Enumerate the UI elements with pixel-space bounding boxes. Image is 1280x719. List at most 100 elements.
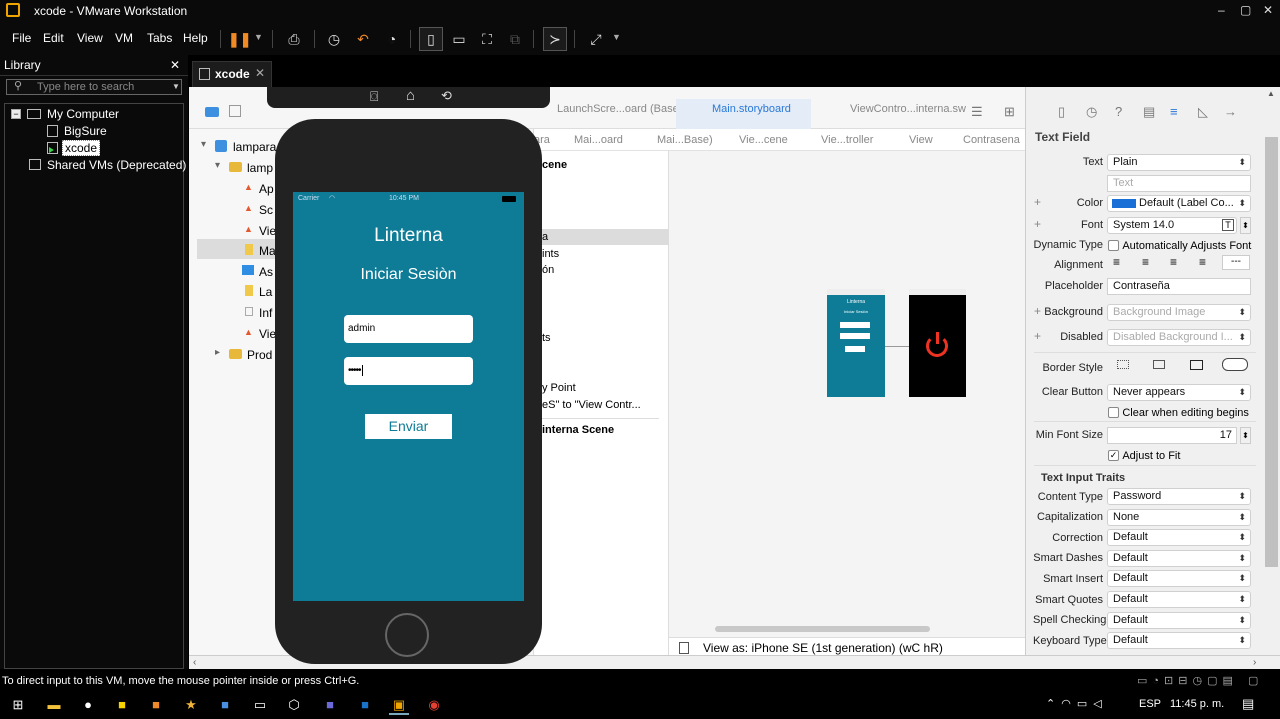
align-justify-icon[interactable]: ≡ (1199, 255, 1206, 269)
nav-item[interactable]: Vie (259, 327, 276, 341)
teams-icon[interactable]: ■ (320, 695, 340, 715)
menu-view[interactable]: View (77, 31, 103, 45)
nav-item[interactable]: Ap (259, 182, 274, 196)
notifications-icon[interactable]: ▤ (1242, 696, 1254, 712)
chevron-left-icon[interactable]: ‹ (193, 657, 196, 668)
tree-item-shared-vms[interactable]: Shared VMs (Deprecated) (47, 158, 186, 172)
quick-help-icon[interactable]: ? (1115, 104, 1122, 119)
maximize-button[interactable]: ▢ (1240, 3, 1251, 17)
jump-item[interactable]: View (909, 134, 933, 146)
menu-help[interactable]: Help (183, 31, 208, 45)
attributes-inspector-icon[interactable]: ≡ (1170, 104, 1178, 119)
chevron-up-icon[interactable]: ▲ (1267, 89, 1275, 98)
file-inspector-icon[interactable]: ▯ (1058, 104, 1065, 120)
align-natural-icon[interactable]: --- (1222, 255, 1250, 270)
console-view-icon[interactable]: ≻ (543, 27, 567, 51)
jump-item[interactable]: Mai...Base) (657, 134, 713, 146)
app-icon[interactable]: ■ (112, 695, 132, 715)
thumbnail-bar-icon[interactable]: ▭ (447, 27, 471, 51)
outline-item[interactable]: ón (542, 264, 554, 276)
font-field[interactable]: System 14.0 (1107, 217, 1237, 234)
file-explorer-icon[interactable]: ▬ (44, 695, 64, 715)
full-screen-icon[interactable]: ⛶ (475, 27, 499, 51)
outline-item[interactable]: ts (542, 332, 551, 344)
simulator-screen[interactable]: Carrier ◠ 10:45 PM Linterna Iniciar Sesi… (293, 192, 524, 601)
identity-inspector-icon[interactable]: ▤ (1143, 104, 1155, 120)
chevron-right-icon[interactable]: › (1253, 657, 1256, 668)
file-tab-main-storyboard[interactable]: Main.storyboard (712, 103, 791, 115)
outline-item[interactable]: a (542, 231, 548, 243)
scrollbar-thumb[interactable] (1265, 137, 1278, 567)
send-ctrl-alt-del-icon[interactable]: ⎙ (282, 27, 306, 51)
outline-item[interactable]: eS" to "View Contr... (542, 399, 641, 411)
message-log-icon[interactable]: ▢ (1248, 674, 1258, 687)
file-tab-viewcontroller[interactable]: ViewContro...interna.sw (850, 103, 966, 115)
nav-item[interactable]: La (259, 285, 272, 299)
nav-item[interactable]: Vie (259, 224, 276, 238)
nav-item[interactable]: lamp (247, 161, 273, 175)
stepper-icon[interactable]: ⬍ (1240, 427, 1251, 444)
dynamic-type-checkbox[interactable]: Automatically Adjusts Font (1108, 238, 1251, 252)
outline-item[interactable]: cene (542, 159, 567, 171)
jump-item[interactable]: Contrasena (963, 134, 1020, 146)
device-icon[interactable] (679, 642, 689, 654)
disabled-select[interactable]: Disabled Background I... ⬍ (1107, 329, 1251, 346)
trait-select[interactable]: Default ⬍ (1107, 612, 1251, 629)
clear-editing-checkbox[interactable]: Clear when editing begins (1108, 405, 1249, 419)
nav-expander[interactable]: ▾ (201, 139, 206, 150)
chevron-down-icon[interactable]: ▼ (612, 32, 621, 42)
snapshot-manager-icon[interactable]: ◔ (380, 27, 404, 51)
scene-login-thumbnail[interactable]: Linterna Iniciar Sesiòn (827, 289, 885, 397)
home-button[interactable] (385, 613, 429, 657)
vmware-icon[interactable]: ▣ (389, 695, 409, 715)
storyboard-canvas[interactable]: Linterna Iniciar Sesiòn View as: iPhone … (669, 151, 1025, 655)
placeholder-input[interactable]: Contraseña (1107, 278, 1251, 295)
trait-select[interactable]: Default ⬍ (1107, 632, 1251, 649)
app-icon[interactable]: ★ (181, 695, 201, 715)
nav-item[interactable]: Sc (259, 203, 273, 217)
nav-expander[interactable]: ▸ (215, 347, 220, 358)
close-library-button[interactable]: ✕ (170, 58, 180, 72)
size-inspector-icon[interactable]: ◺ (1198, 104, 1208, 120)
history-inspector-icon[interactable]: ◷ (1086, 104, 1097, 120)
chrome-icon[interactable]: ◉ (424, 695, 444, 715)
menu-vm[interactable]: VM (115, 31, 133, 45)
align-right-icon[interactable]: ≡ (1170, 255, 1177, 269)
nav-item[interactable]: Ma (259, 244, 276, 258)
outlook-icon[interactable]: ■ (355, 695, 375, 715)
menu-edit[interactable]: Edit (43, 31, 64, 45)
minimize-button[interactable]: – (1218, 3, 1225, 17)
library-search-input[interactable]: Type here to search (6, 79, 182, 95)
menu-tabs[interactable]: Tabs (147, 31, 172, 45)
nav-item[interactable]: Prod (247, 348, 272, 362)
tree-item-xcode[interactable]: xcode (62, 140, 101, 156)
trait-select[interactable]: Password ⬍ (1107, 488, 1251, 505)
send-button[interactable]: Enviar (365, 414, 452, 439)
trait-select[interactable]: None ⬍ (1107, 509, 1251, 526)
align-center-icon[interactable]: ≡ (1142, 255, 1149, 269)
min-font-input[interactable]: 17 (1107, 427, 1237, 444)
align-left-icon[interactable]: ≡ (1113, 255, 1120, 269)
trait-select[interactable]: Default ⬍ (1107, 529, 1251, 546)
text-input[interactable]: Text (1107, 175, 1251, 192)
stepper-icon[interactable]: ⬍ (1240, 217, 1251, 234)
adjust-fit-checkbox[interactable]: ✓ Adjust to Fit (1108, 448, 1180, 462)
border-line-icon[interactable] (1153, 360, 1165, 369)
rotate-icon[interactable]: ⟲ (441, 88, 452, 104)
nav-item[interactable]: lampara (233, 140, 276, 154)
app-icon[interactable]: ■ (146, 695, 166, 715)
connections-inspector-icon[interactable]: → (1224, 104, 1237, 119)
stretch-guest-icon[interactable]: ⤢ (584, 27, 608, 51)
app-icon[interactable]: ⬡ (284, 695, 304, 715)
home-icon[interactable]: ⌂ (406, 87, 415, 104)
app-icon[interactable]: ■ (215, 695, 235, 715)
chevron-down-icon[interactable]: ▼ (172, 82, 180, 91)
password-field[interactable]: ••••• (344, 357, 473, 385)
border-none-icon[interactable] (1117, 360, 1129, 369)
taskbar-clock[interactable]: 11:45 p. m. (1170, 698, 1224, 710)
folder-icon[interactable] (205, 107, 219, 117)
border-bezel-icon[interactable] (1190, 360, 1203, 370)
tree-expander[interactable]: − (11, 109, 21, 119)
trait-select[interactable]: Default ⬍ (1107, 591, 1251, 608)
editor-options-icon[interactable]: ☰ (971, 104, 983, 120)
